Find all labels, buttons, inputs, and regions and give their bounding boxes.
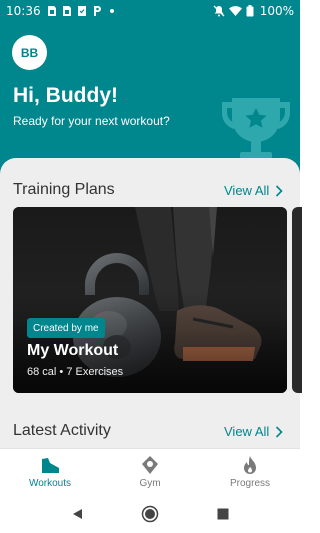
location-pin-icon — [142, 456, 158, 474]
flame-icon — [244, 456, 256, 474]
wifi-icon — [228, 6, 242, 16]
latest-activity-view-all[interactable]: View All — [224, 424, 283, 439]
created-by-me-tag: Created by me — [27, 318, 105, 338]
sim-card-icon — [62, 6, 71, 16]
recents-button[interactable] — [213, 504, 233, 524]
battery-percent: 100% — [259, 4, 294, 18]
battery-icon — [246, 5, 254, 17]
p-app-icon — [93, 6, 101, 16]
view-all-label: View All — [224, 183, 270, 198]
latest-activity-title: Latest Activity — [13, 422, 111, 439]
sim-card-icon — [47, 6, 56, 16]
status-time: 10:36 — [6, 4, 41, 18]
header: 10:36 100% BB Hi, Buddy! Ready for your … — [0, 0, 300, 178]
nav-progress[interactable]: Progress — [200, 449, 300, 494]
dot-icon — [109, 9, 114, 13]
view-all-label: View All — [224, 424, 270, 439]
greeting-title: Hi, Buddy! — [13, 84, 118, 107]
workout-card-meta: 68 cal • 7 Exercises — [27, 366, 124, 378]
back-button[interactable] — [67, 504, 87, 524]
nav-gym-label: Gym — [139, 478, 161, 489]
avatar[interactable]: BB — [12, 35, 47, 70]
training-plans-view-all[interactable]: View All — [224, 183, 283, 198]
chevron-right-icon — [276, 184, 283, 197]
nav-progress-label: Progress — [229, 478, 270, 489]
greeting-subtitle: Ready for your next workout? — [13, 114, 170, 128]
chevron-right-icon — [276, 425, 283, 438]
trophy-icon — [222, 98, 290, 160]
status-bar: 10:36 100% — [0, 0, 300, 22]
training-plans-title: Training Plans — [13, 181, 115, 198]
bottom-nav: Workouts Gym Progress — [0, 448, 300, 494]
workout-card-title: My Workout — [27, 342, 119, 359]
nav-gym[interactable]: Gym — [100, 449, 200, 494]
system-nav-bar — [0, 494, 300, 533]
next-card-peek[interactable] — [292, 207, 302, 393]
home-circle-icon — [141, 505, 159, 522]
back-triangle-icon — [72, 508, 82, 519]
clipboard-icon — [77, 6, 86, 16]
nav-workouts-label: Workouts — [28, 478, 72, 489]
bell-off-icon — [213, 5, 225, 17]
recents-square-icon — [217, 508, 229, 519]
nav-workouts[interactable]: Workouts — [0, 449, 100, 494]
home-button[interactable] — [140, 504, 160, 524]
shoe-icon — [42, 458, 59, 473]
app-screen: 10:36 100% BB Hi, Buddy! Ready for your … — [0, 0, 302, 533]
